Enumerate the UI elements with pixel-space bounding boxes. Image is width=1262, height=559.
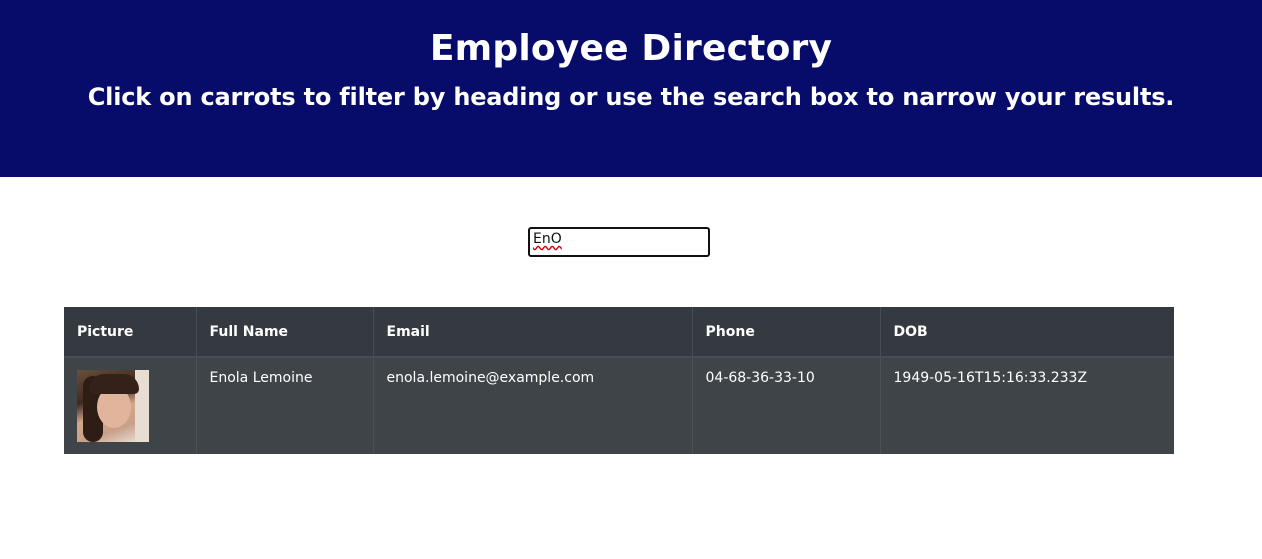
employee-table: Picture Full Name Email Phone DOB Enola …	[64, 307, 1174, 454]
cell-dob: 1949-05-16T15:16:33.233Z	[879, 357, 1174, 454]
column-header-email[interactable]: Email	[372, 307, 692, 358]
column-header-picture[interactable]: Picture	[64, 307, 196, 358]
page-header: Employee Directory Click on carrots to f…	[0, 0, 1262, 177]
cell-email: enola.lemoine@example.com	[372, 357, 692, 454]
column-header-phone[interactable]: Phone	[691, 307, 880, 358]
table-row: Enola Lemoine enola.lemoine@example.com …	[64, 357, 1174, 454]
cell-phone: 04-68-36-33-10	[691, 357, 880, 454]
cell-picture	[64, 357, 196, 454]
employee-photo	[77, 370, 149, 442]
column-header-full-name[interactable]: Full Name	[195, 307, 373, 358]
search-input-value: EnO	[533, 231, 562, 247]
search-input[interactable]: EnO	[528, 227, 710, 257]
page-subtitle: Click on carrots to filter by heading or…	[87, 83, 1175, 111]
page-title: Employee Directory	[429, 28, 833, 69]
cell-full-name: Enola Lemoine	[195, 357, 373, 454]
column-header-dob[interactable]: DOB	[879, 307, 1174, 358]
table-header-row: Picture Full Name Email Phone DOB	[64, 307, 1174, 358]
